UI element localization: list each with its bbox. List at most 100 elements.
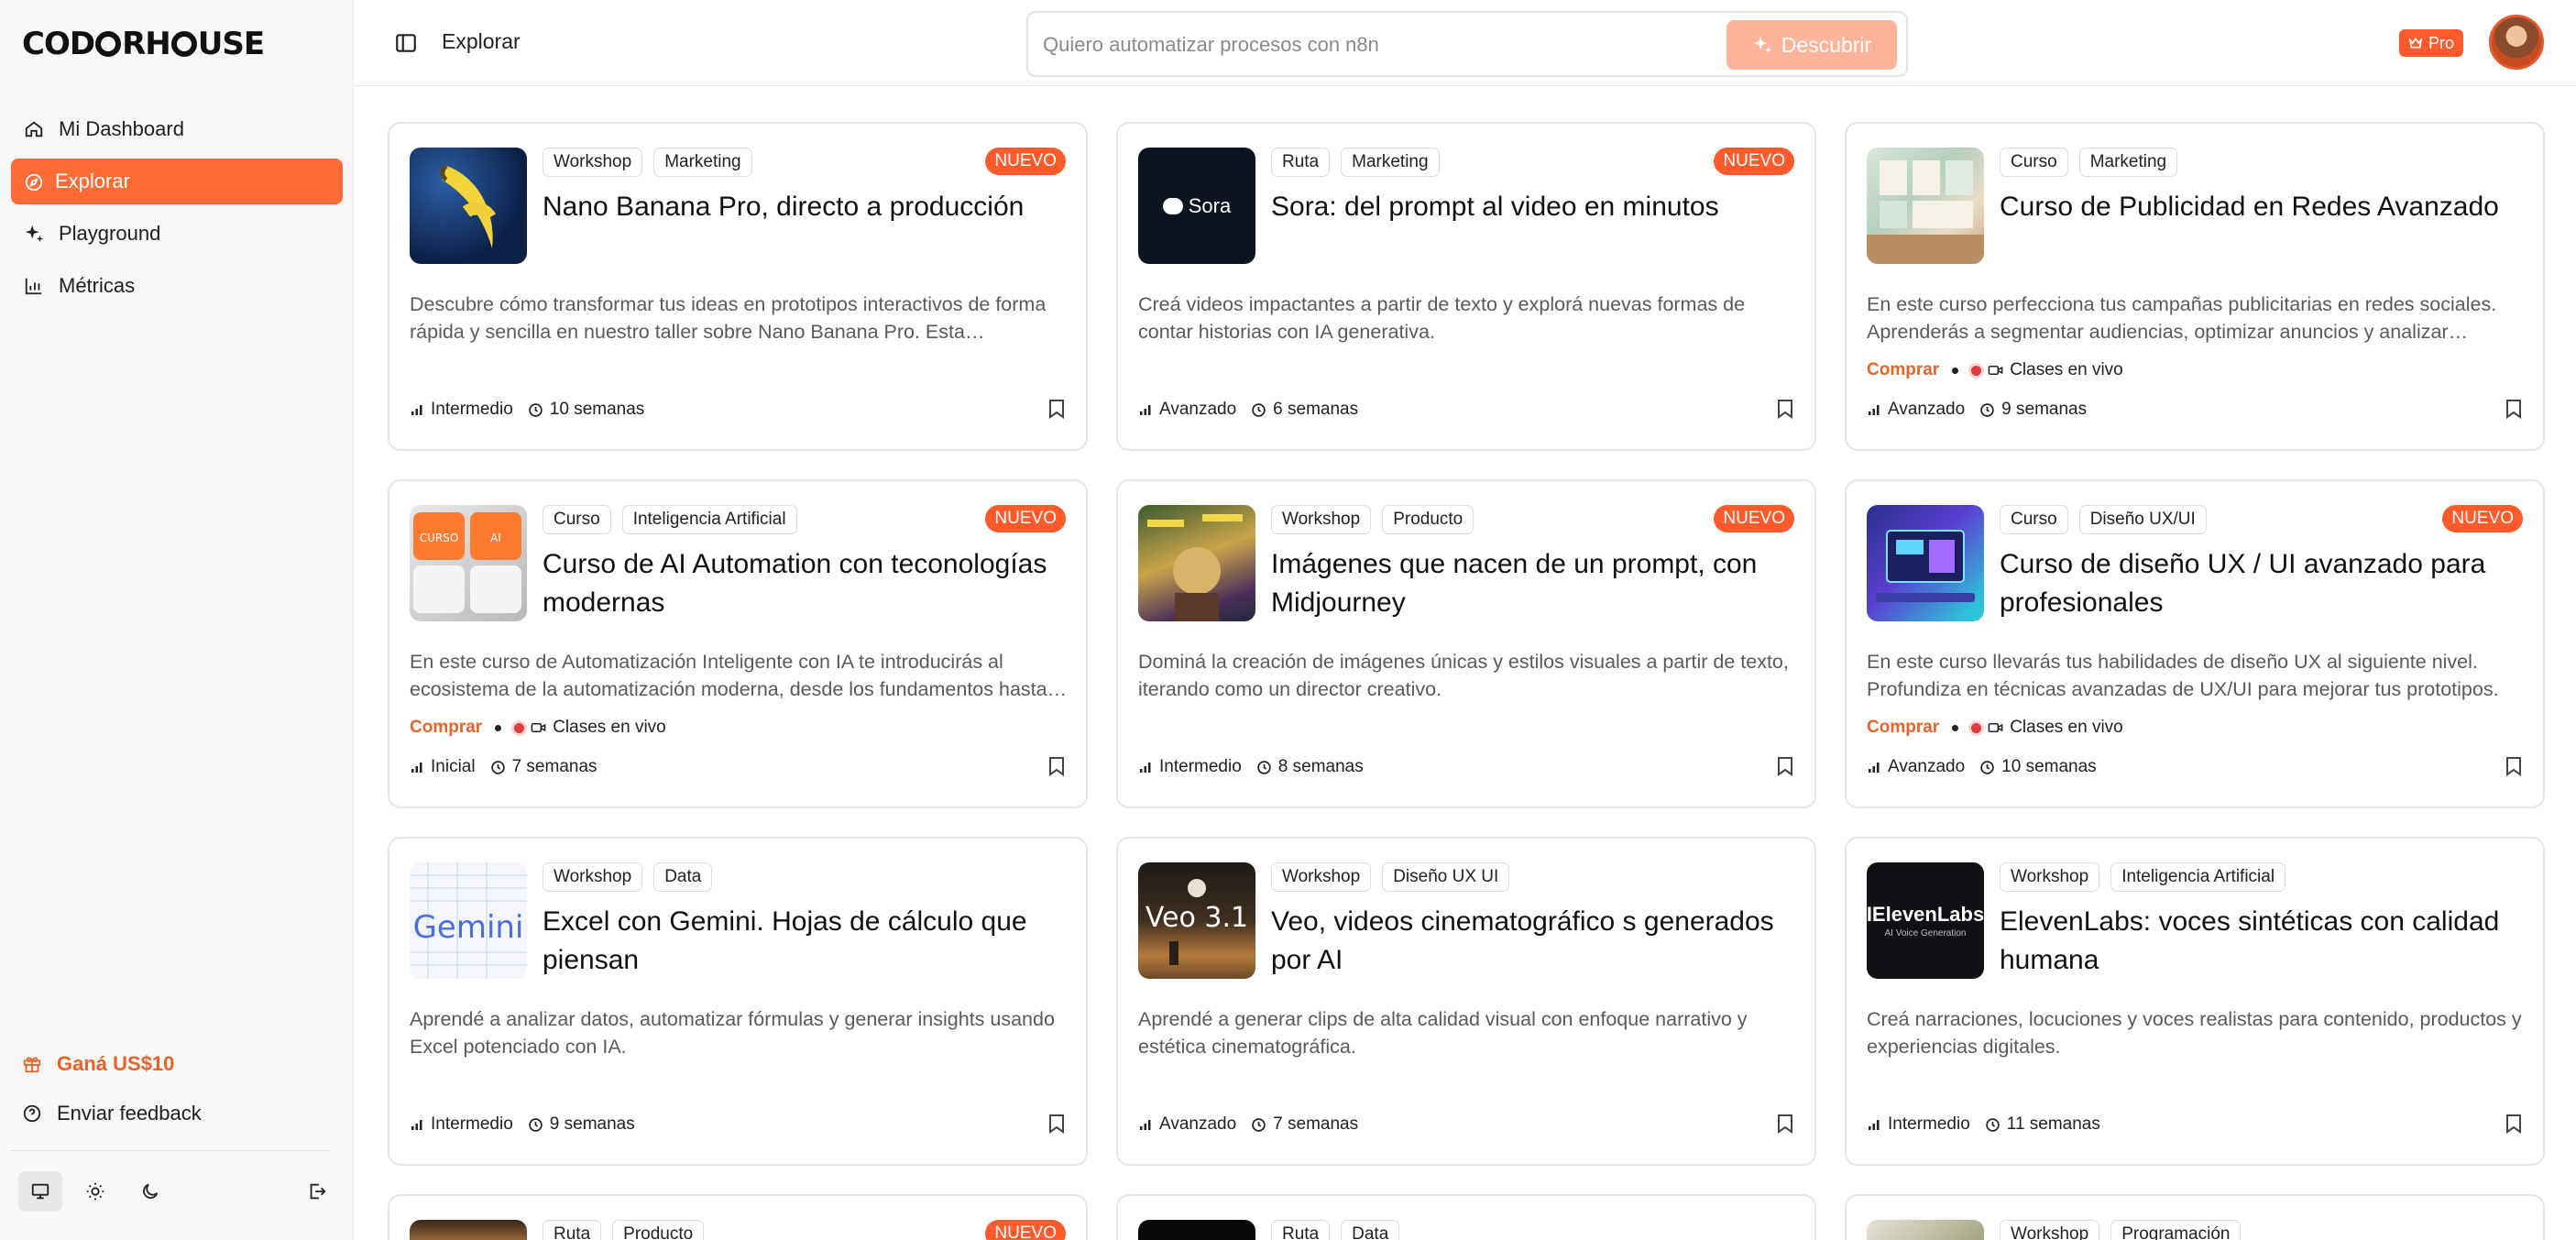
sparkles-icon [25,225,44,243]
level-bars-icon [1140,405,1151,415]
course-duration: 7 semanas [1273,1114,1359,1134]
live-label: Clases en vivo [2010,718,2123,737]
new-badge: NUEVO [1714,505,1794,532]
level-bars-icon [1140,1120,1151,1130]
sidebar: COD RH USE Mi Dashboard Explorar Playgroun… [0,0,354,1240]
logout-button[interactable] [295,1171,339,1212]
course-title: ElevenLabs: voces sintéticas con calidad… [2000,906,2500,975]
buy-link[interactable]: Comprar [1867,718,1939,738]
sidebar-item-label: Playground [59,222,161,245]
sidebar-item-label: Mi Dashboard [59,117,184,140]
bookmark-icon[interactable] [1047,399,1066,419]
sun-icon [86,1182,104,1201]
pro-badge[interactable]: Pro [2399,29,2464,57]
course-meta: Intermedio 9 semanas [410,1114,635,1135]
theme-dark-button[interactable] [128,1171,172,1212]
course-thumbnail: CURSO AI [410,505,527,621]
course-meta: Inicial 7 semanas [410,757,597,777]
thumbnail-text: Gemini [413,909,524,946]
bookmark-icon[interactable] [2505,756,2523,776]
course-card[interactable]: Curso Marketing Curso de Publicidad en R… [1845,122,2545,451]
sidebar-item-playground[interactable]: Playground [11,211,343,257]
buy-link[interactable]: Comprar [1867,360,1939,380]
course-thumbnail [1867,1220,1984,1240]
logout-icon [310,1183,326,1200]
sidebar-item-dashboard[interactable]: Mi Dashboard [11,106,343,152]
tag: Programación [2110,1220,2242,1240]
course-card[interactable]: IElevenLabs AI Voice Generation Workshop… [1845,837,2545,1166]
course-thumbnail [410,148,527,264]
tag: Curso [2000,148,2068,177]
course-level: Intermedio [1159,757,1242,776]
tag-list: Curso Diseño UX/UI [2000,505,2207,534]
tag-list: Curso Inteligencia Artificial [543,505,797,534]
sidebar-item-metricas[interactable]: Métricas [11,263,343,309]
bookmark-icon[interactable] [1776,756,1794,776]
level-bars-icon [1869,763,1880,773]
bookmark-icon[interactable] [1776,399,1794,419]
tag: Ruta [1271,148,1331,177]
sidebar-item-label: Métricas [59,274,136,297]
sidebar-toggle-icon[interactable] [394,31,418,55]
video-camera-icon [531,722,546,733]
course-description: En este curso de Automatización Intelige… [410,651,1047,700]
course-level: Avanzado [1888,400,1966,419]
breadcrumb: Explorar [442,29,521,53]
clock-icon [1986,1117,2000,1132]
level-bars-icon [1869,405,1880,415]
live-classes-indicator: Clases en vivo [1971,360,2123,380]
bookmark-icon[interactable] [2505,399,2523,419]
pro-label: Pro [2428,33,2455,52]
bookmark-icon[interactable] [1047,756,1066,776]
course-thumbnail: IElevenLabs AI Voice Generation [1867,862,1984,979]
tag: Workshop [543,148,643,177]
course-card[interactable]: Curso Diseño UX/UI NUEVO Curso de diseño… [1845,479,2545,808]
gift-icon [23,1057,41,1073]
referral-link[interactable]: Ganá US$10 [11,1041,343,1087]
discover-button[interactable]: Descubrir [1726,20,1897,70]
coderhouse-logo[interactable]: COD RH USE [22,26,265,62]
theme-system-button[interactable] [18,1171,62,1212]
course-title: Nano Banana Pro, directo a producción [543,192,1025,222]
course-card[interactable]: Gemini Workshop Data Excel con Gemini. H… [388,837,1088,1166]
tag-list: Workshop Diseño UX UI [1271,862,1510,892]
course-card[interactable]: Veo 3.1 Workshop Diseño UX UI Veo, video… [1116,837,1816,1166]
course-card[interactable]: Workshop Producto NUEVO Imágenes que nac… [1116,479,1816,808]
tag: Data [653,862,713,892]
thumbnail-text: Veo 3.1 [1145,902,1248,934]
sidebar-item-explorar[interactable]: Explorar [11,159,343,204]
course-card[interactable]: Ruta Producto NUEVO [388,1194,1088,1240]
bookmark-icon[interactable] [2505,1114,2523,1134]
bookmark-icon[interactable] [1047,1114,1066,1134]
course-title: Sora: del prompt al video en minutos [1271,192,1719,222]
user-avatar[interactable] [2489,15,2544,70]
clock-icon [529,1117,543,1132]
course-card[interactable]: CURSO AI Curso Inteligencia Artificial N… [388,479,1088,808]
thumbnail-subtext: AI Voice Generation [1884,928,1967,938]
course-meta: Intermedio 10 semanas [410,400,644,420]
sidebar-nav: Mi Dashboard Explorar Playground Métrica… [11,106,343,315]
bookmark-icon[interactable] [1776,1114,1794,1134]
theme-light-button[interactable] [73,1171,117,1212]
course-card[interactable]: Workshop Programación [1845,1194,2545,1240]
purchase-row: Comprar Clases en vivo [410,718,666,738]
course-card[interactable]: Sora Ruta Marketing NUEVO Sora: del prom… [1116,122,1816,451]
tag: Marketing [1341,148,1440,177]
new-badge: NUEVO [985,505,1066,532]
course-duration: 8 semanas [1277,757,1364,776]
level-bars-icon [411,1120,422,1130]
course-card[interactable]: Workshop Marketing NUEVO Nano Banana Pro… [388,122,1088,451]
tag: Ruta [1271,1220,1331,1240]
course-meta: Intermedio 11 semanas [1867,1114,2100,1135]
feedback-link[interactable]: Enviar feedback [11,1091,343,1136]
separator-dot [1952,367,1959,374]
buy-link[interactable]: Comprar [410,718,482,738]
tag: Producto [1382,505,1474,534]
course-card[interactable]: Ruta Data [1116,1194,1816,1240]
search-bar: Descubrir [1026,11,1908,77]
live-dot-icon [1971,722,1982,733]
search-input[interactable] [1043,27,1684,62]
sidebar-item-label: Explorar [55,170,130,192]
referral-label: Ganá US$10 [57,1052,175,1075]
home-icon [25,121,43,137]
